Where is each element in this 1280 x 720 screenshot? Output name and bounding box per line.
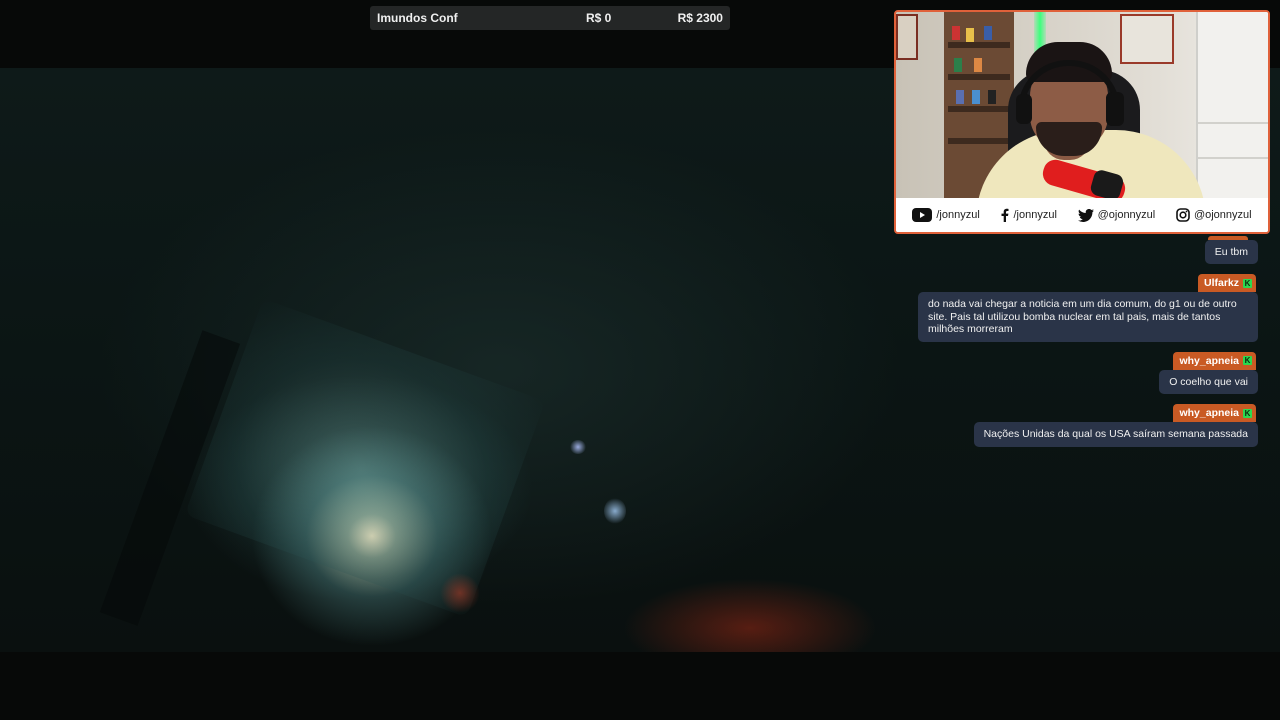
social-facebook[interactable]: /jonnyzul: [1000, 208, 1057, 222]
chat-message-text: do nada vai chegar a noticia em um dia c…: [918, 292, 1258, 342]
chat-message-text: Nações Unidas da qual os USA saíram sema…: [973, 422, 1258, 447]
social-instagram[interactable]: @ojonnyzul: [1176, 208, 1252, 222]
wall-frame: [896, 14, 918, 60]
social-handle: /jonnyzul: [1013, 209, 1057, 221]
team-label: Imundos Conf: [377, 11, 458, 25]
video-light-spot: [570, 440, 586, 454]
goal-amount: R$ 2300: [677, 11, 723, 25]
social-handle: @ojonnyzul: [1097, 209, 1156, 221]
instagram-icon: [1176, 208, 1190, 222]
chat-username: Ulfarkz: [1203, 277, 1239, 289]
chat-username-tag: why_apneia K: [1173, 404, 1256, 422]
social-handle: /jonnyzul: [936, 209, 980, 221]
wardrobe: [1196, 12, 1268, 200]
badge-icon: K: [1243, 408, 1252, 418]
chat-overlay: Eu tbm Ulfarkz K do nada vai chegar a no…: [898, 236, 1258, 453]
social-youtube[interactable]: /jonnyzul: [912, 208, 980, 222]
chat-message: why_apneia K Nações Unidas da qual os US…: [973, 404, 1258, 447]
chat-message-text: O coelho que vai: [1159, 369, 1258, 394]
chat-username: why_apneia: [1179, 354, 1239, 367]
facebook-icon: [1000, 208, 1009, 222]
video-light-spot: [604, 498, 626, 524]
wall-frame: [1120, 14, 1174, 64]
chat-message-text: Eu tbm: [1204, 240, 1258, 264]
social-twitter[interactable]: @ojonnyzul: [1077, 208, 1156, 222]
youtube-icon: [912, 208, 933, 222]
webcam-feed: [896, 12, 1268, 200]
chat-message: why_apneia K O coelho que vai: [1159, 351, 1258, 394]
webcam-overlay: /jonnyzul /jonnyzul @ojonnyzul @ojonnyzu…: [894, 10, 1270, 234]
chat-username-tag: why_apneia K: [1173, 351, 1256, 370]
social-links-bar: /jonnyzul /jonnyzul @ojonnyzul @ojonnyzu…: [896, 198, 1268, 232]
stats-bar: Imundos Conf R$ 0 R$ 2300: [370, 6, 730, 30]
social-handle: @ojonnyzul: [1193, 209, 1252, 221]
headphones-cup: [1016, 94, 1032, 124]
twitter-icon: [1077, 208, 1094, 222]
chat-message: Ulfarkz K do nada vai chegar a noticia e…: [918, 274, 1258, 342]
chat-username-tag: Ulfarkz K: [1197, 274, 1256, 292]
badge-icon: K: [1243, 356, 1252, 365]
headphones-cup: [1106, 92, 1124, 126]
current-amount: R$ 0: [585, 11, 612, 25]
video-red-glow: [440, 573, 480, 613]
chat-username: why_apneia: [1179, 407, 1239, 419]
chat-message: Eu tbm: [1204, 236, 1258, 264]
badge-icon: K: [1243, 278, 1252, 288]
